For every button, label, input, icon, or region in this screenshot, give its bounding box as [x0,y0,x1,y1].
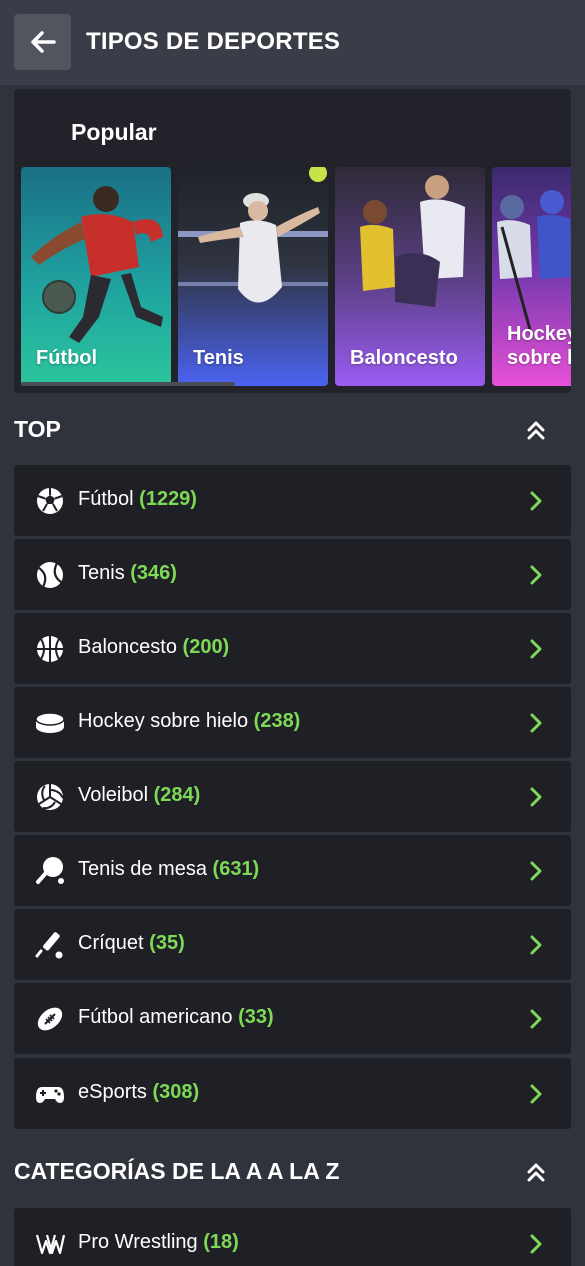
sport-name: Voleibol [78,784,149,806]
popular-carousel[interactable]: Fútbol Tenis Baloncesto Hocke sobre [21,167,571,386]
cricket-bat-icon [35,932,63,959]
sport-name: Baloncesto [78,636,177,658]
chevron-right-icon [530,639,542,659]
sport-name: Tenis de mesa [78,858,207,880]
sport-count: (238) [253,710,301,732]
chevron-right-icon [530,935,542,955]
chevron-right-icon [530,861,542,881]
sport-name: Pro Wrestling [78,1231,198,1253]
popular-card-baloncesto[interactable]: Baloncesto [335,167,485,386]
sport-name: Críquet [78,932,144,954]
chevron-right-icon [530,787,542,807]
chevron-right-icon [530,565,542,585]
carousel-scrollbar-thumb[interactable] [21,382,235,386]
sport-count: (200) [182,636,230,658]
sport-name: eSports [78,1081,147,1103]
popular-card-label: Fútbol [36,347,98,369]
popular-section: Popular Fútbol Tenis Baloncesto Hocke so… [14,89,571,393]
az-section-header[interactable]: CATEGORÍAS DE LA A A LA Z [14,1158,571,1188]
az-section-title: CATEGORÍAS DE LA A A LA Z [14,1158,340,1184]
top-section-header[interactable]: TOP [14,416,571,446]
american-football-icon [37,1007,63,1031]
sport-count: (631) [212,858,260,880]
hockey-puck-icon [35,712,65,733]
double-chevron-up-icon[interactable] [525,1160,547,1184]
sport-count: (35) [149,932,185,954]
double-chevron-up-icon[interactable] [525,418,547,442]
popular-card-tenis[interactable]: Tenis [178,167,328,386]
sport-name: Tenis [78,562,125,584]
sport-row-futbol-americano[interactable]: Fútbol americano (33) [14,983,571,1054]
page-title: TIPOS DE DEPORTES [86,28,341,55]
popular-card-hockey[interactable]: Hockey sobre h [492,167,571,386]
chevron-right-icon [530,1009,542,1029]
sport-name: Fútbol [78,488,134,510]
popular-card-label: Baloncesto [350,347,458,369]
sport-row-tenis-de-mesa[interactable]: Tenis de mesa (631) [14,835,571,906]
gamepad-icon [36,1087,64,1103]
sport-row-pro-wrestling[interactable]: Pro Wrestling (18) [14,1208,571,1266]
arrow-left-icon [30,31,56,53]
popular-card-futbol[interactable]: Fútbol [21,167,171,386]
popular-title: Popular [71,119,157,145]
volleyball-icon [37,784,64,810]
sport-count: (308) [152,1081,200,1103]
sport-count: (33) [238,1006,274,1028]
sport-name: Fútbol americano [78,1006,233,1028]
top-bar: TIPOS DE DEPORTES [0,0,585,85]
popular-card-label: Tenis [193,347,244,369]
sport-count: (18) [203,1231,239,1253]
sport-count: (284) [153,784,201,806]
sport-row-voleibol[interactable]: Voleibol (284) [14,761,571,832]
chevron-right-icon [530,1084,542,1104]
sport-row-baloncesto[interactable]: Baloncesto (200) [14,613,571,684]
chevron-right-icon [530,491,542,511]
tennis-ball-icon [37,562,63,588]
chevron-right-icon [530,1234,542,1254]
ping-pong-icon [36,857,64,884]
wwe-logo-icon [35,1234,65,1255]
sport-row-hockey[interactable]: Hockey sobre hielo (238) [14,687,571,758]
carousel-scrollbar[interactable] [21,382,571,386]
sport-name: Hockey sobre hielo [78,710,249,732]
basketball-icon [37,636,63,662]
popular-card-label: Hockey sobre h [507,323,571,369]
top-section-title: TOP [14,416,61,442]
sport-row-futbol[interactable]: Fútbol (1229) [14,465,571,536]
sport-row-tenis[interactable]: Tenis (346) [14,539,571,610]
sport-row-esports[interactable]: eSports (308) [14,1058,571,1129]
sport-row-criquet[interactable]: Críquet (35) [14,909,571,980]
sport-count: (346) [130,562,177,584]
sport-count: (1229) [139,488,197,510]
soccer-ball-icon [37,488,63,514]
back-button[interactable] [14,14,71,70]
chevron-right-icon [530,713,542,733]
